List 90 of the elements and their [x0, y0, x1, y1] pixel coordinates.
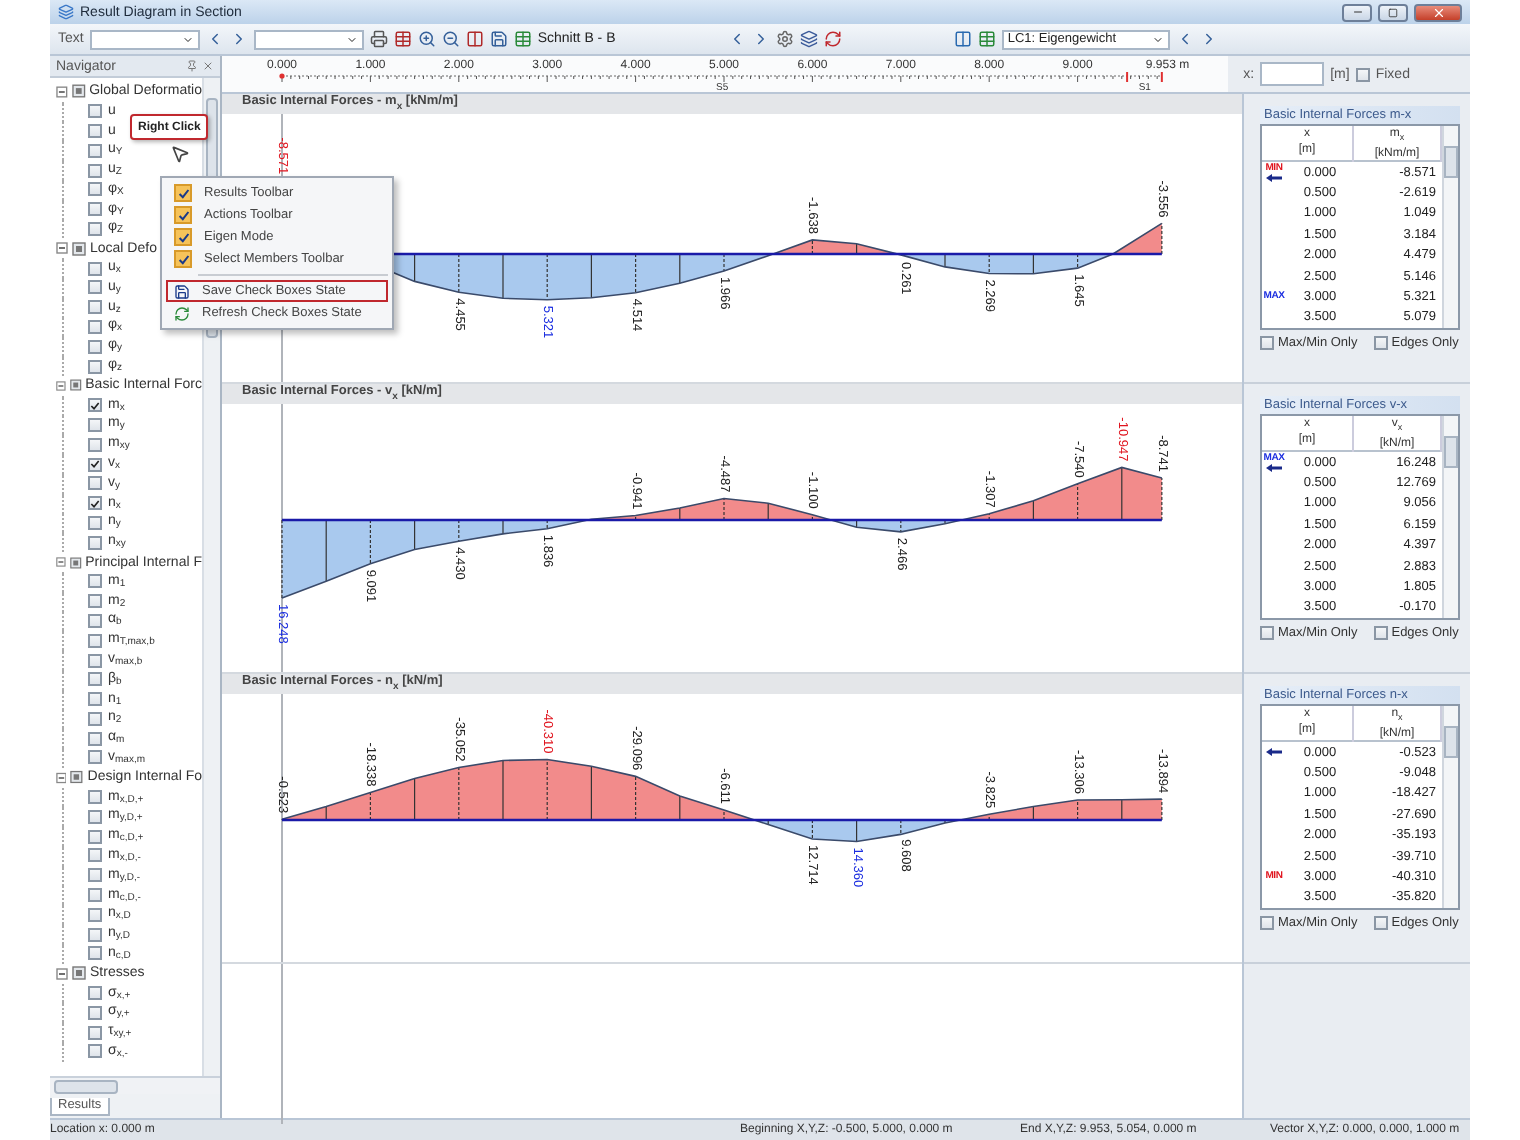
checkbox[interactable]	[88, 339, 102, 354]
collapse-icon[interactable]	[56, 379, 66, 392]
checkbox[interactable]	[88, 848, 102, 863]
caret-icon[interactable]	[345, 33, 358, 45]
scrollbar[interactable]	[1442, 706, 1458, 909]
refresh-icon	[174, 305, 190, 321]
text-dropdown[interactable]	[89, 29, 200, 49]
checkbox[interactable]	[88, 711, 102, 726]
checkbox[interactable]	[88, 653, 102, 667]
cursor-line[interactable]	[281, 694, 283, 962]
table-icon[interactable]	[393, 30, 412, 48]
close-icon[interactable]	[202, 60, 214, 72]
checkbox[interactable]	[88, 1025, 102, 1040]
checkbox[interactable]	[88, 496, 102, 511]
checkbox[interactable]	[88, 417, 102, 432]
checkbox[interactable]	[88, 633, 102, 648]
x-field[interactable]	[1260, 62, 1325, 86]
refresh-icon[interactable]	[823, 30, 842, 48]
checkbox[interactable]	[88, 535, 102, 550]
save-icon	[174, 283, 190, 299]
zoom-in-icon[interactable]	[417, 30, 436, 48]
layers-icon[interactable]	[799, 30, 818, 48]
checkbox[interactable]	[88, 1005, 102, 1020]
scrollbar[interactable]	[1442, 126, 1458, 329]
checkbox[interactable]	[88, 594, 102, 609]
checkbox[interactable]	[88, 202, 102, 217]
checkbox[interactable]	[88, 476, 102, 491]
checkbox[interactable]	[88, 398, 102, 413]
checkbox[interactable]	[88, 1044, 102, 1059]
checkbox[interactable]	[88, 868, 102, 883]
checkbox[interactable]	[88, 809, 102, 824]
checkbox[interactable]	[88, 123, 102, 138]
checkbox[interactable]	[88, 261, 102, 276]
pointer-icon	[170, 144, 190, 164]
cursor-line[interactable]	[281, 404, 283, 672]
checkbox[interactable]	[1373, 915, 1388, 930]
checkbox[interactable]	[1373, 625, 1388, 640]
checkbox[interactable]	[88, 182, 102, 197]
checkbox[interactable]	[88, 515, 102, 530]
checkbox[interactable]	[1260, 335, 1274, 350]
minimize-button[interactable]	[1342, 3, 1372, 21]
checkbox[interactable]	[88, 437, 102, 452]
checkbox[interactable]	[88, 907, 102, 922]
close-button[interactable]	[1414, 3, 1462, 21]
checkbox[interactable]	[88, 359, 102, 374]
zoom-out-icon[interactable]	[441, 30, 460, 48]
maximize-icon[interactable]	[1388, 7, 1398, 17]
checkbox[interactable]	[88, 221, 102, 236]
caret-icon[interactable]	[181, 33, 194, 45]
collapse-icon[interactable]	[56, 771, 67, 784]
checkbox[interactable]	[88, 829, 102, 844]
checkbox[interactable]	[88, 986, 102, 1001]
collapse-icon[interactable]	[56, 242, 68, 255]
checkbox[interactable]	[88, 104, 102, 119]
collapse-icon[interactable]	[56, 85, 68, 98]
pin-icon[interactable]	[186, 60, 198, 72]
scrollbar[interactable]	[1442, 416, 1458, 619]
settings-icon[interactable]	[775, 30, 794, 48]
collapse-icon[interactable]	[56, 556, 66, 569]
checkbox[interactable]	[1373, 335, 1388, 350]
grid-icon[interactable]	[513, 30, 532, 48]
checkbox[interactable]	[88, 143, 102, 158]
save-icon[interactable]	[489, 30, 508, 48]
columns-icon[interactable]	[465, 30, 484, 48]
checkbox[interactable]	[88, 888, 102, 903]
checkbox[interactable]	[88, 946, 102, 961]
checkbox[interactable]	[88, 790, 102, 805]
checkbox[interactable]	[88, 750, 102, 765]
checkbox[interactable]	[1355, 67, 1370, 81]
checkbox[interactable]	[1260, 915, 1274, 930]
caret-icon[interactable]	[1151, 33, 1164, 45]
checkbox[interactable]	[88, 613, 102, 628]
checkbox[interactable]	[88, 280, 102, 295]
checkbox[interactable]	[88, 457, 102, 472]
columns-icon[interactable]	[953, 30, 972, 48]
table-icon[interactable]	[977, 30, 996, 48]
checkbox[interactable]	[88, 927, 102, 942]
checkbox[interactable]	[88, 574, 102, 589]
collapse-icon[interactable]	[56, 967, 68, 980]
checkbox[interactable]	[88, 692, 102, 707]
app-icon	[58, 4, 74, 20]
checkbox[interactable]	[88, 300, 102, 315]
print-icon[interactable]	[369, 30, 388, 48]
checkbox[interactable]	[88, 319, 102, 334]
maximize-button[interactable]	[1378, 3, 1408, 21]
checkbox[interactable]	[88, 163, 102, 178]
checkbox[interactable]	[1260, 625, 1274, 640]
checkbox[interactable]	[88, 731, 102, 746]
checkbox[interactable]	[88, 672, 102, 687]
minimize-icon[interactable]	[1351, 6, 1363, 18]
